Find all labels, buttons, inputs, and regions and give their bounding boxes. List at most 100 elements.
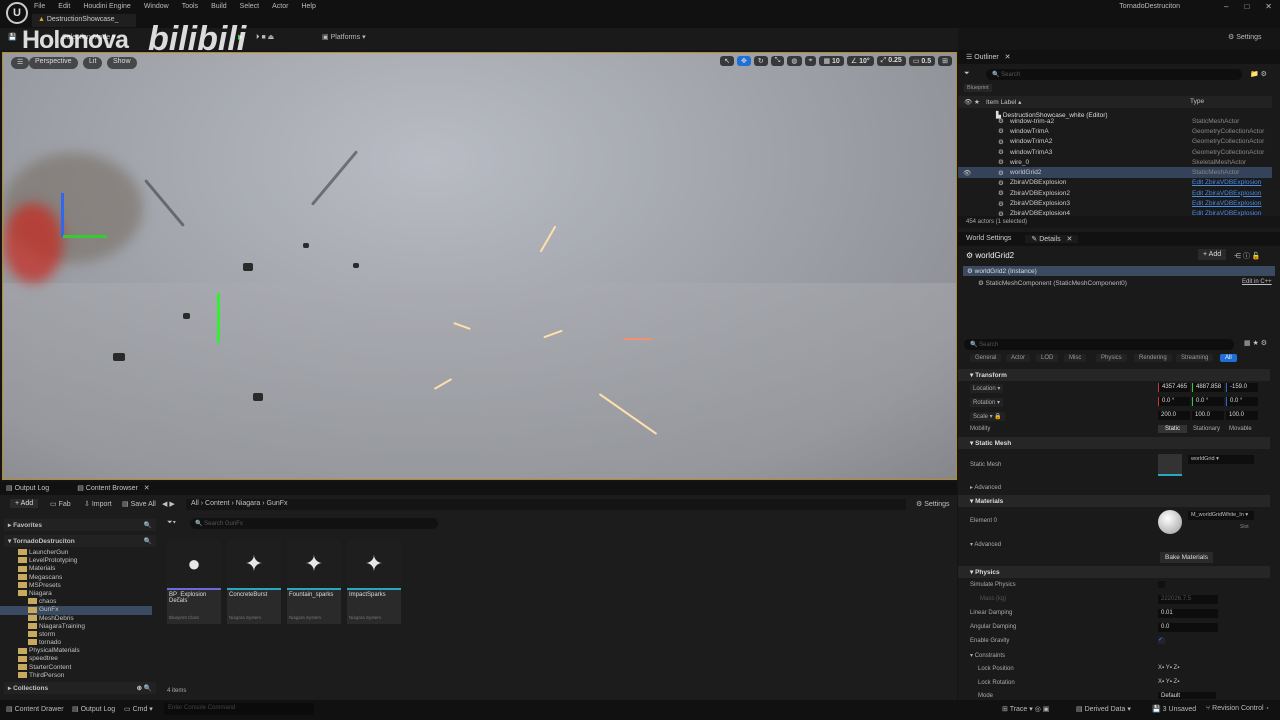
perspective-button[interactable]: Perspective [29, 57, 78, 69]
asset-search-input[interactable]: 🔍 Search GunFx [190, 518, 438, 529]
folder-item[interactable]: tornado [0, 639, 152, 647]
asset-tile[interactable]: ✦ Fountain_sparks Niagara System [287, 540, 341, 624]
unreal-logo-icon[interactable]: U [6, 2, 28, 24]
static-mesh-section[interactable]: ▾ Static Mesh [958, 437, 1270, 449]
outliner-row[interactable]: 👁 ⚙ worldGrid2 StaticMeshActor [958, 167, 1272, 178]
project-header[interactable]: ▾ TornadoDestruciton 🔍 [4, 535, 156, 547]
rotation-dropdown[interactable]: Rotation ▾ [970, 398, 1004, 407]
collections-header[interactable]: ▸ Collections ⊕ 🔍 [4, 682, 156, 694]
mobility-movable[interactable]: Movable [1226, 425, 1255, 433]
asset-tile[interactable]: ✦ ConcreteBurst Niagara System [227, 540, 281, 624]
select-tool-icon[interactable]: ↖ [720, 56, 735, 66]
location-x-field[interactable]: 4357.465 [1158, 383, 1190, 392]
column-item-label[interactable]: Item Label ▴ [986, 98, 1021, 106]
mode-dropdown[interactable]: Default [1158, 692, 1216, 699]
console-input[interactable]: Enter Console Command [164, 703, 314, 715]
component-instance-row[interactable]: ⚙ worldGrid2 (Instance) [963, 266, 1275, 276]
physics-section[interactable]: ▾ Physics [958, 566, 1270, 578]
outliner-item-type[interactable]: Edit ZbiraVDBExplosion [1192, 190, 1261, 197]
materials-advanced[interactable]: ▾ Advanced [970, 541, 1001, 548]
folder-item[interactable]: GunFx [0, 606, 152, 615]
outliner-row[interactable]: ⚙ wire_0 SkeletalMeshActor [958, 157, 1272, 167]
category-physics[interactable]: Physics [1096, 354, 1127, 362]
rotation-x-field[interactable]: 0.0 ° [1158, 397, 1190, 406]
location-y-field[interactable]: 4887.858 [1192, 383, 1224, 392]
simulate-icon[interactable]: ⏵ ■ ⏏ [256, 33, 274, 42]
menu-tools[interactable]: Tools [182, 3, 198, 10]
material-picker[interactable]: M_worldGridWhite_In ▾ [1188, 511, 1254, 520]
world-local-icon[interactable]: ◍ [787, 56, 802, 66]
folder-item[interactable]: PhysicalMaterials [0, 647, 152, 655]
menu-help[interactable]: Help [301, 3, 315, 10]
maximize-icon[interactable]: □ [1244, 2, 1249, 11]
transform-section[interactable]: ▾ Transform [958, 369, 1270, 381]
category-misc[interactable]: Misc [1064, 354, 1087, 362]
static-mesh-advanced[interactable]: ▸ Advanced [970, 484, 1001, 491]
menu-file[interactable]: File [34, 3, 45, 10]
surface-snap-icon[interactable]: ⌖ [804, 56, 817, 66]
asset-tile[interactable]: ● BP_Explosion Decals Blueprint Class [167, 540, 221, 624]
camera-speed-button[interactable]: ▭ 0.5 [908, 56, 936, 66]
scale-tool-icon[interactable]: ⤡ [770, 56, 785, 66]
cb-settings-button[interactable]: ⚙ Settings [916, 500, 950, 508]
linear-damping-field[interactable]: 0.01 [1158, 609, 1218, 618]
location-dropdown[interactable]: Location ▾ [970, 384, 1004, 393]
materials-section[interactable]: ▾ Materials [958, 495, 1270, 507]
folder-item[interactable]: chaos [0, 598, 152, 606]
category-general[interactable]: General [970, 354, 1002, 362]
details-search-input[interactable]: 🔍 Search [964, 339, 1234, 350]
outliner-row[interactable]: ⚙ ZbiraVDBExplosion3 Edit ZbiraVDBExplosio… [958, 198, 1272, 208]
content-browser-tab[interactable]: ▤ Content Browser ✕ [77, 484, 149, 493]
scale-snap-button[interactable]: ⤢ 0.25 [876, 56, 906, 66]
unsaved-button[interactable]: 💾 3 Unsaved [1152, 705, 1196, 713]
menu-edit[interactable]: Edit [58, 3, 70, 10]
visibility-icon[interactable]: 👁 [963, 169, 971, 177]
filter-dropdown-icon[interactable]: ⏷▾ [167, 519, 176, 527]
static-mesh-picker[interactable]: worldGrid ▾ [1188, 455, 1254, 464]
lock-position-checkboxes[interactable]: X▪ Y▪ Z▪ [1158, 665, 1179, 671]
constraints-header[interactable]: ▾ Constraints [970, 652, 1005, 659]
world-settings-tab[interactable]: World Settings [966, 235, 1011, 243]
trace-dropdown[interactable]: ⊞ Trace ▾ ◎ ▣ [1002, 705, 1049, 713]
breadcrumb-content[interactable]: Content [205, 500, 230, 507]
save-all-button[interactable]: ▤ Save All [122, 500, 156, 508]
angular-damping-field[interactable]: 0.0 [1158, 623, 1218, 632]
outliner-row[interactable]: ⚙ window-trim-a2 StaticMeshActor [958, 116, 1272, 126]
cmd-dropdown[interactable]: ▭ Cmd ▾ [124, 705, 153, 713]
breadcrumb-all[interactable]: All [191, 500, 199, 507]
scale-z-field[interactable]: 100.0 [1226, 411, 1258, 420]
breadcrumb-gunfx[interactable]: GunFx [267, 500, 288, 507]
move-tool-icon[interactable]: ✥ [737, 56, 751, 66]
scale-x-field[interactable]: 200.0 [1158, 411, 1190, 420]
close-icon[interactable]: ✕ [1265, 2, 1272, 11]
settings-icon[interactable]: 📁 ⚙ [1250, 70, 1267, 78]
outliner-row[interactable]: ⚙ ZbiraVDBExplosion Edit ZbiraVDBExplosion [958, 178, 1272, 188]
column-type[interactable]: Type [1190, 98, 1204, 105]
viewport-menu-icon[interactable]: ☰ [11, 57, 30, 69]
lit-button[interactable]: Lit [83, 57, 103, 69]
category-lod[interactable]: LOD [1036, 354, 1059, 362]
platforms-dropdown[interactable]: ▣ Platforms ▾ [322, 33, 366, 41]
bake-materials-button[interactable]: Bake Materials [1160, 552, 1213, 563]
grid-snap-button[interactable]: ▦ 10 [819, 56, 844, 66]
favorites-header[interactable]: ▸ Favorites 🔍 [4, 519, 156, 531]
content-drawer-button[interactable]: ▤ Content Drawer [6, 705, 64, 713]
menu-select[interactable]: Select [240, 3, 259, 10]
history-nav-icons[interactable]: ◀ ▶ [162, 500, 175, 508]
scale-y-field[interactable]: 100.0 [1192, 411, 1224, 420]
outliner-item-type[interactable]: Edit ZbiraVDBExplosion [1192, 179, 1261, 186]
import-button[interactable]: ⇩ Import [84, 500, 112, 508]
show-button[interactable]: Show [107, 57, 137, 69]
asset-tile[interactable]: ✦ ImpactSparks Niagara System [347, 540, 401, 624]
add-component-button[interactable]: + Add [1198, 249, 1227, 260]
mass-field[interactable]: 222026.7.5 [1158, 595, 1218, 604]
settings-button[interactable]: ⚙ Settings [1228, 33, 1262, 41]
rotation-z-field[interactable]: 0.0 ° [1226, 397, 1258, 406]
static-mesh-thumbnail[interactable] [1158, 454, 1182, 476]
folder-item[interactable]: LauncherGun [0, 549, 152, 557]
fab-button[interactable]: ▭ Fab [50, 500, 71, 508]
component-row[interactable]: ⚙ StaticMeshComponent (StaticMeshCompone… [978, 279, 1127, 287]
output-log-tab[interactable]: ▤ Output Log [6, 484, 49, 493]
scale-dropdown[interactable]: Scale ▾ 🔒 [970, 412, 1005, 421]
outliner-row[interactable]: ⚙ windowTrimA2 GeometryCollectionActor [958, 137, 1272, 147]
